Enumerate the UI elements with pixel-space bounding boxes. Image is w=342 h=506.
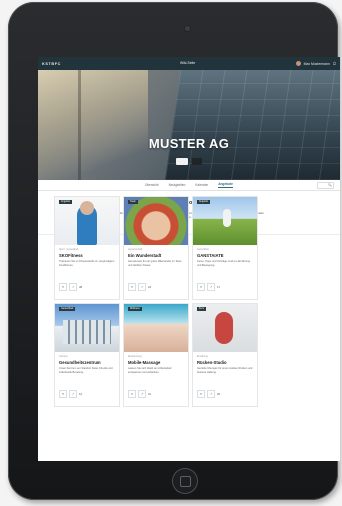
tab-bar: Übersicht Neuigkeiten Kalender Angebote … xyxy=(38,180,340,191)
like-icon[interactable]: ♥ xyxy=(197,283,205,291)
tab-calendar[interactable]: Kalender xyxy=(195,183,208,187)
like-icon[interactable]: ♥ xyxy=(197,390,205,398)
user-name[interactable]: Max Mustermann xyxy=(304,62,330,66)
card-actions: ♥ ↗ 20 xyxy=(197,390,220,398)
card-description: Unser Zentrum am Standort bietet Checks … xyxy=(59,367,113,374)
offer-card[interactable]: Kurs Ernährung Rücken-Studio Gezielte Üb… xyxy=(193,304,257,406)
like-count: 31 xyxy=(148,392,152,396)
card-description: Trainieren Sie im Fitnessstudio zu vergü… xyxy=(59,260,115,267)
hero-banner: MUSTER AG xyxy=(38,70,340,180)
card-image: Angebot xyxy=(55,197,119,245)
avatar[interactable] xyxy=(295,61,301,66)
card-image: Gesundheit xyxy=(55,304,119,352)
share-icon[interactable]: ↗ xyxy=(138,283,146,291)
card-title[interactable]: GANSTAIATE xyxy=(197,253,253,258)
card-meta: Entspannung xyxy=(128,356,142,358)
company-title: MUSTER AG xyxy=(148,136,230,151)
card-meta: Gemeinschaft xyxy=(128,249,143,251)
offer-card[interactable]: Gesundheit Campus Gesundheitszentrum Uns… xyxy=(55,304,119,406)
card-description: Kurse, Tipps und Vorträge rund um Ernähr… xyxy=(197,260,251,267)
like-icon[interactable]: ♥ xyxy=(59,283,67,291)
home-button[interactable] xyxy=(172,468,198,494)
brand-logo: KSTBFC xyxy=(42,61,61,66)
card-badge: Kurs xyxy=(197,307,206,311)
user-area[interactable]: Max Mustermann ⏻ xyxy=(295,61,336,66)
card-badge: Team xyxy=(128,200,138,204)
share-icon[interactable]: ↗ xyxy=(138,390,146,398)
card-image: Kurs xyxy=(193,304,257,352)
card-actions: ♥ ↗ 38 xyxy=(59,283,82,291)
share-icon[interactable]: ↗ xyxy=(207,390,215,398)
logout-icon[interactable]: ⏻ xyxy=(333,61,336,66)
card-meta: Gesundheit xyxy=(197,249,209,251)
top-bar: KSTBFC Wiki-Seite Max Mustermann ⏻ xyxy=(38,57,340,70)
share-button[interactable] xyxy=(192,158,202,165)
search-input[interactable]: 🔍 xyxy=(317,182,334,189)
card-badge: Wellness xyxy=(128,307,142,311)
offer-grid: Angebot Sport · Gesundheit SKOFitness Tr… xyxy=(55,197,265,406)
card-meta: Ernährung xyxy=(197,356,208,358)
card-title[interactable]: Gesundheitszentrum xyxy=(59,360,115,365)
card-meta: Campus xyxy=(59,356,68,358)
offer-card[interactable]: Team Gemeinschaft Ein Wunderstadt Gemein… xyxy=(124,197,188,299)
offer-card[interactable]: Angebot Gesundheit GANSTAIATE Kurse, Tip… xyxy=(193,197,257,299)
like-count: 20 xyxy=(217,392,221,396)
card-actions: ♥ ↗ 31 xyxy=(128,390,151,398)
share-icon[interactable]: ↗ xyxy=(207,283,215,291)
card-title[interactable]: Mobile-Massage xyxy=(128,360,184,365)
tablet-device: KSTBFC Wiki-Seite Max Mustermann ⏻ MUSTE… xyxy=(8,2,340,500)
hero-actions xyxy=(38,158,340,165)
follow-button[interactable] xyxy=(176,158,188,165)
card-meta: Sport · Gesundheit xyxy=(59,249,79,251)
like-icon[interactable]: ♥ xyxy=(128,283,136,291)
card-image: Angebot xyxy=(193,197,257,245)
card-title[interactable]: SKOFitness xyxy=(59,253,115,258)
tab-overview[interactable]: Übersicht xyxy=(145,183,158,187)
like-icon[interactable]: ♥ xyxy=(128,390,136,398)
card-image: Team xyxy=(124,197,188,245)
card-actions: ♥ ↗ 17 xyxy=(197,283,220,291)
camera-icon xyxy=(185,26,190,31)
card-badge: Angebot xyxy=(59,200,72,204)
offer-card[interactable]: Wellness Entspannung Mobile-Massage Lass… xyxy=(124,304,188,406)
share-icon[interactable]: ↗ xyxy=(69,283,77,291)
card-image: Wellness xyxy=(124,304,188,352)
card-badge: Angebot xyxy=(197,200,210,204)
like-count: 24 xyxy=(148,285,152,289)
card-description: Lassen Sie sich direkt am Arbeitsplatz e… xyxy=(128,367,172,374)
like-icon[interactable]: ♥ xyxy=(59,390,67,398)
card-actions: ♥ ↗ 12 xyxy=(59,390,82,398)
tab-news[interactable]: Neuigkeiten xyxy=(169,183,186,187)
offer-card[interactable]: Angebot Sport · Gesundheit SKOFitness Tr… xyxy=(55,197,119,299)
card-title[interactable]: Ein Wunderstadt xyxy=(128,253,184,258)
card-badge: Gesundheit xyxy=(59,307,76,311)
share-icon[interactable]: ↗ xyxy=(69,390,77,398)
like-count: 12 xyxy=(79,392,83,396)
card-description: Gezielte Übungen für einen starken Rücke… xyxy=(197,367,253,374)
card-description: Gemeinsam für ein gutes Miteinander im T… xyxy=(128,260,182,267)
card-title[interactable]: Rücken-Studio xyxy=(197,360,253,365)
like-count: 38 xyxy=(79,285,83,289)
like-count: 17 xyxy=(217,285,221,289)
card-actions: ♥ ↗ 24 xyxy=(128,283,151,291)
nav-link[interactable]: Wiki-Seite xyxy=(180,61,195,65)
tab-offers[interactable]: Angebote xyxy=(218,182,233,188)
